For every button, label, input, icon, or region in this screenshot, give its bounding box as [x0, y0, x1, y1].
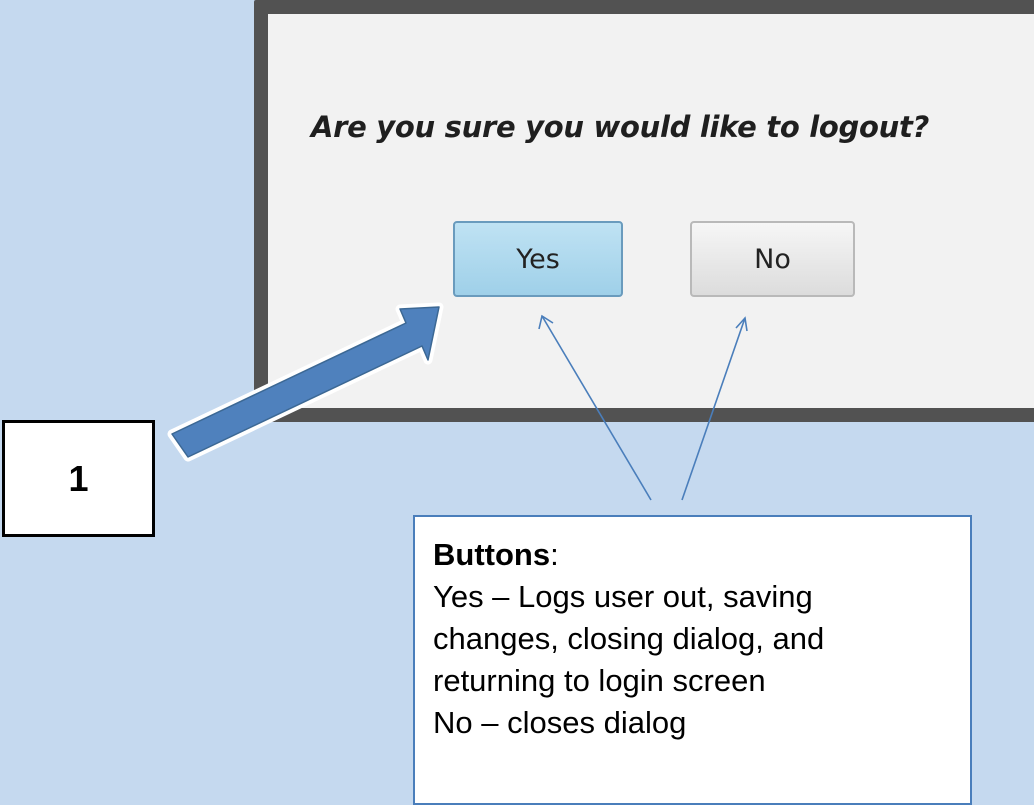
connector-to-no — [681, 317, 746, 501]
block-arrow-icon — [167, 302, 444, 462]
connector-to-yes — [541, 315, 652, 501]
annotation-overlay — [167, 302, 748, 501]
